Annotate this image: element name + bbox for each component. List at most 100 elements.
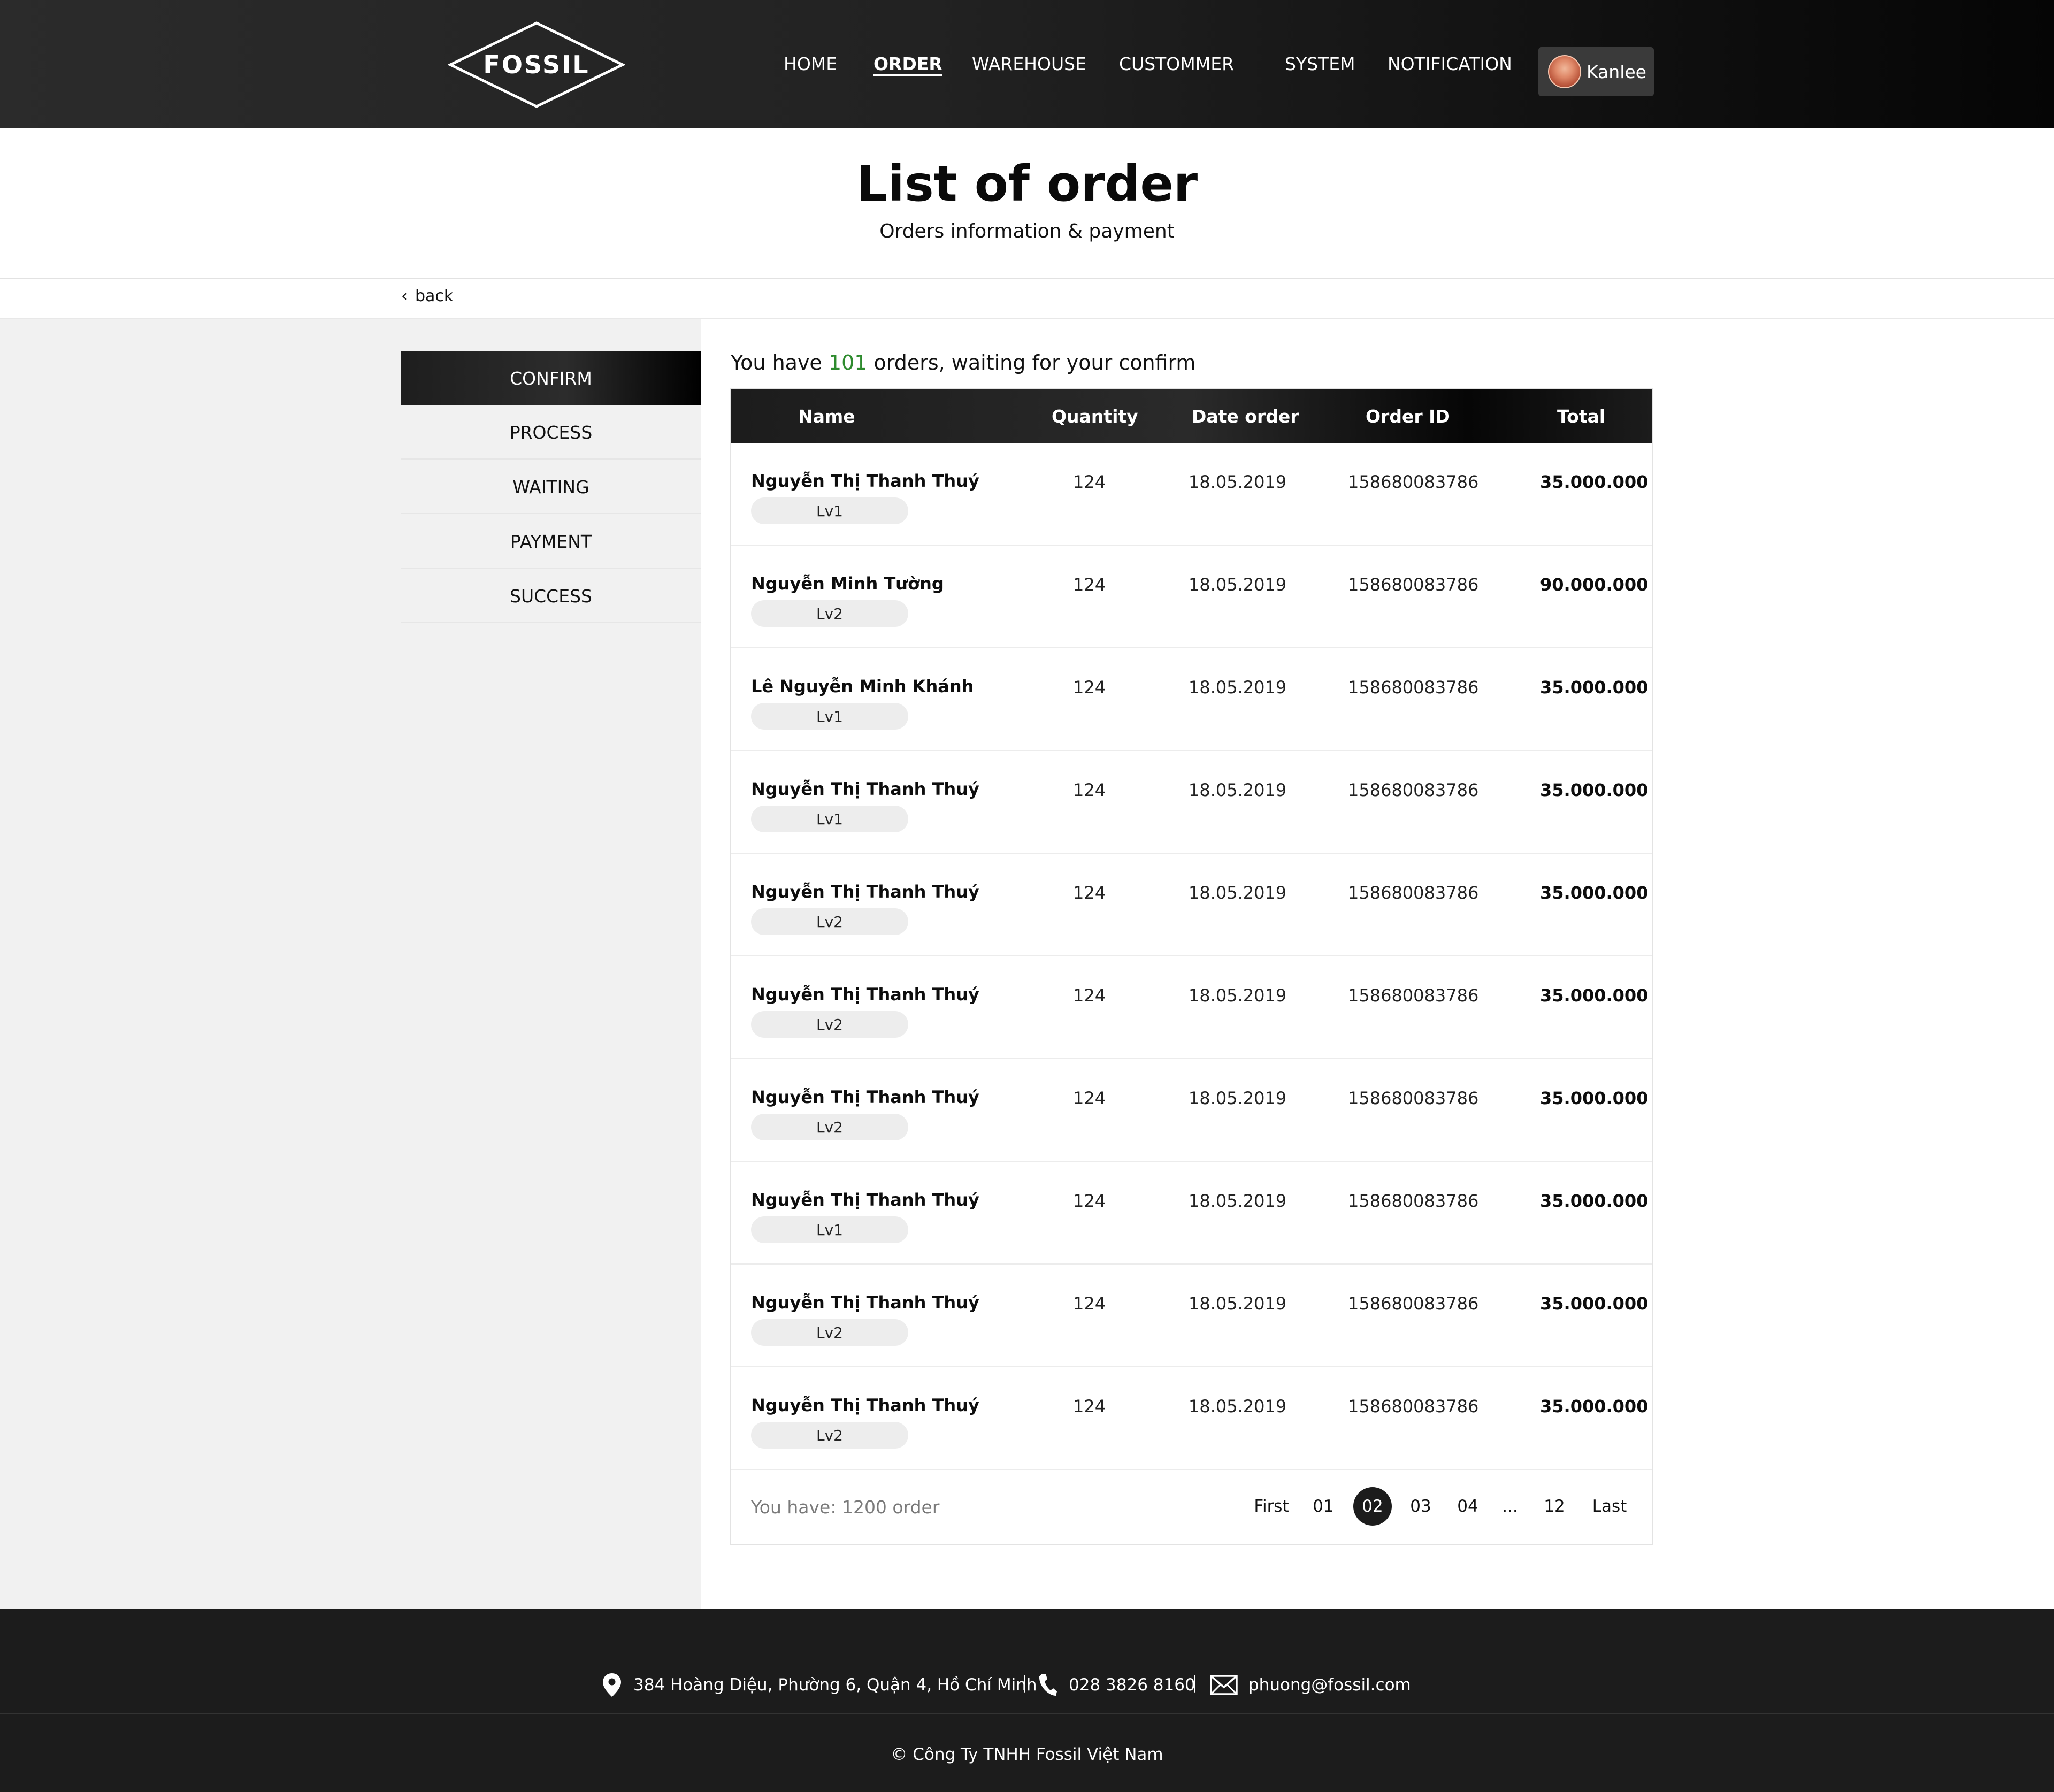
order-id-cell: 158680083786 [1348,1191,1479,1211]
date-cell: 18.05.2019 [1189,1088,1287,1108]
table-row[interactable]: Nguyễn Thị Thanh Thuý Lv1 124 18.05.2019 158… [731,751,1652,854]
pagination-first[interactable]: First [1253,1487,1290,1526]
total-cell: 35.000.000 [1540,1396,1649,1416]
quantity-cell: 124 [1073,985,1106,1006]
sidebar-item-process[interactable]: PROCESS [401,406,701,460]
nav-home[interactable]: HOME [784,53,837,74]
footer-email[interactable]: phuong@fossil.com [1210,1669,1411,1701]
quantity-cell: 124 [1073,1293,1106,1314]
quantity-cell: 124 [1073,1088,1106,1108]
sidebar-item-success[interactable]: SUCCESS [401,570,701,623]
sidebar-item-waiting[interactable]: WAITING [401,461,701,514]
date-cell: 18.05.2019 [1189,677,1287,698]
customer-name: Nguyễn Thị Thanh Thuý [751,882,979,902]
column-header-quantity[interactable]: Quantity [1052,389,1138,443]
nav-notification[interactable]: NOTIFICATION [1388,53,1512,74]
pagination-page-04[interactable]: 04 [1452,1487,1484,1526]
table-row[interactable]: Nguyễn Minh Tường Lv2 124 18.05.2019 1586800… [731,546,1652,648]
table-row[interactable]: Nguyễn Thị Thanh Thuý Lv2 124 18.05.2019 158… [731,1265,1652,1367]
pending-order-count: 101 [828,351,868,374]
page-title: List of order [856,155,1198,212]
top-header: FOSSIL HOME ORDER WAREHOUSE CUSTOMMER SY… [0,0,2054,128]
email-text: phuong@fossil.com [1248,1675,1411,1695]
pagination-page-02[interactable]: 02 [1353,1487,1392,1526]
level-badge: Lv2 [751,1011,908,1038]
quantity-cell: 124 [1073,780,1106,800]
pagination-last[interactable]: Last [1591,1487,1628,1526]
table-row[interactable]: Nguyễn Thị Thanh Thuý Lv1 124 18.05.2019 158… [731,1162,1652,1265]
summary-suffix: orders, waiting for your confirm [867,351,1196,374]
level-badge: Lv1 [751,497,908,524]
total-cell: 35.000.000 [1540,1088,1649,1108]
sidebar-item-confirm[interactable]: CONFIRM [401,351,701,405]
date-cell: 18.05.2019 [1189,780,1287,800]
copyright-text: © Công Ty TNHH Fossil Việt Nam [891,1745,1163,1764]
pagination-ellipsis: ... [1502,1497,1518,1516]
chevron-left-icon: ‹ [401,287,408,305]
total-cell: 35.000.000 [1540,1191,1649,1211]
site-footer: 384 Hoàng Diệu, Phường 6, Quận 4, Hồ Chí… [0,1609,2054,1792]
level-badge: Lv1 [751,703,908,730]
quantity-cell: 124 [1073,472,1106,492]
footer-separator: | [1192,1672,1198,1693]
mail-icon [1210,1675,1238,1695]
table-row[interactable]: Nguyễn Thị Thanh Thuý Lv1 124 18.05.2019 158… [731,443,1652,546]
table-row[interactable]: Nguyễn Thị Thanh Thuý Lv2 124 18.05.2019 158… [731,1367,1652,1470]
quantity-cell: 124 [1073,1396,1106,1416]
total-cell: 35.000.000 [1540,1293,1649,1314]
nav-warehouse[interactable]: WAREHOUSE [972,53,1086,74]
table-row[interactable]: Nguyễn Thị Thanh Thuý Lv2 124 18.05.2019 158… [731,1059,1652,1162]
divider [0,278,2054,279]
order-id-cell: 158680083786 [1348,677,1479,698]
column-header-date[interactable]: Date order [1192,389,1299,443]
level-badge: Lv2 [751,600,908,627]
order-id-cell: 158680083786 [1348,985,1479,1006]
nav-customer[interactable]: CUSTOMMER [1119,53,1234,74]
pagination-page-12[interactable]: 12 [1538,1487,1570,1526]
customer-name: Nguyễn Thị Thanh Thuý [751,471,979,491]
order-id-cell: 158680083786 [1348,575,1479,595]
total-orders-info: You have: 1200 order [751,1497,940,1518]
table-row[interactable]: Nguyễn Thị Thanh Thuý Lv2 124 18.05.2019 158… [731,854,1652,956]
nav-order[interactable]: ORDER [873,53,942,74]
order-id-cell: 158680083786 [1348,472,1479,492]
orders-table: Name Quantity Date order Order ID Total … [730,388,1653,1545]
user-name: Kanlee [1587,61,1646,82]
customer-name: Nguyễn Thị Thanh Thuý [751,1292,979,1313]
date-cell: 18.05.2019 [1189,1396,1287,1416]
user-menu-button[interactable]: Kanlee [1538,47,1654,96]
level-badge: Lv1 [751,806,908,832]
customer-name: Nguyễn Thị Thanh Thuý [751,1190,979,1210]
orders-summary: You have 101 orders, waiting for your co… [731,351,1195,374]
date-cell: 18.05.2019 [1189,1191,1287,1211]
order-id-cell: 158680083786 [1348,780,1479,800]
level-badge: Lv2 [751,1114,908,1140]
column-header-total[interactable]: Total [1557,389,1605,443]
customer-name: Lê Nguyễn Minh Khánh [751,676,974,696]
table-row[interactable]: Lê Nguyễn Minh Khánh Lv1 124 18.05.2019 1586… [731,648,1652,751]
sidebar-item-payment[interactable]: PAYMENT [401,515,701,569]
footer-phone[interactable]: 028 3826 8160 [1037,1669,1195,1701]
back-link[interactable]: ‹ back [401,287,453,305]
customer-name: Nguyễn Thị Thanh Thuý [751,779,979,799]
pagination-page-03[interactable]: 03 [1405,1487,1437,1526]
pagination-page-01[interactable]: 01 [1307,1487,1339,1526]
phone-icon [1039,1674,1057,1696]
level-badge: Lv2 [751,1422,908,1449]
table-row[interactable]: Nguyễn Thị Thanh Thuý Lv2 124 18.05.2019 158… [731,956,1652,1059]
footer-divider [0,1713,2054,1714]
date-cell: 18.05.2019 [1189,1293,1287,1314]
column-header-name[interactable]: Name [798,389,855,443]
order-id-cell: 158680083786 [1348,1088,1479,1108]
customer-name: Nguyễn Thị Thanh Thuý [751,984,979,1005]
nav-system[interactable]: SYSTEM [1285,53,1355,74]
total-cell: 35.000.000 [1540,985,1649,1006]
customer-name: Nguyễn Thị Thanh Thuý [751,1395,979,1415]
column-header-order-id[interactable]: Order ID [1366,389,1450,443]
fossil-logo[interactable]: FOSSIL [448,21,625,108]
table-header: Name Quantity Date order Order ID Total [731,389,1652,443]
date-cell: 18.05.2019 [1189,472,1287,492]
level-badge: Lv1 [751,1216,908,1243]
order-id-cell: 158680083786 [1348,883,1479,903]
total-cell: 35.000.000 [1540,780,1649,800]
